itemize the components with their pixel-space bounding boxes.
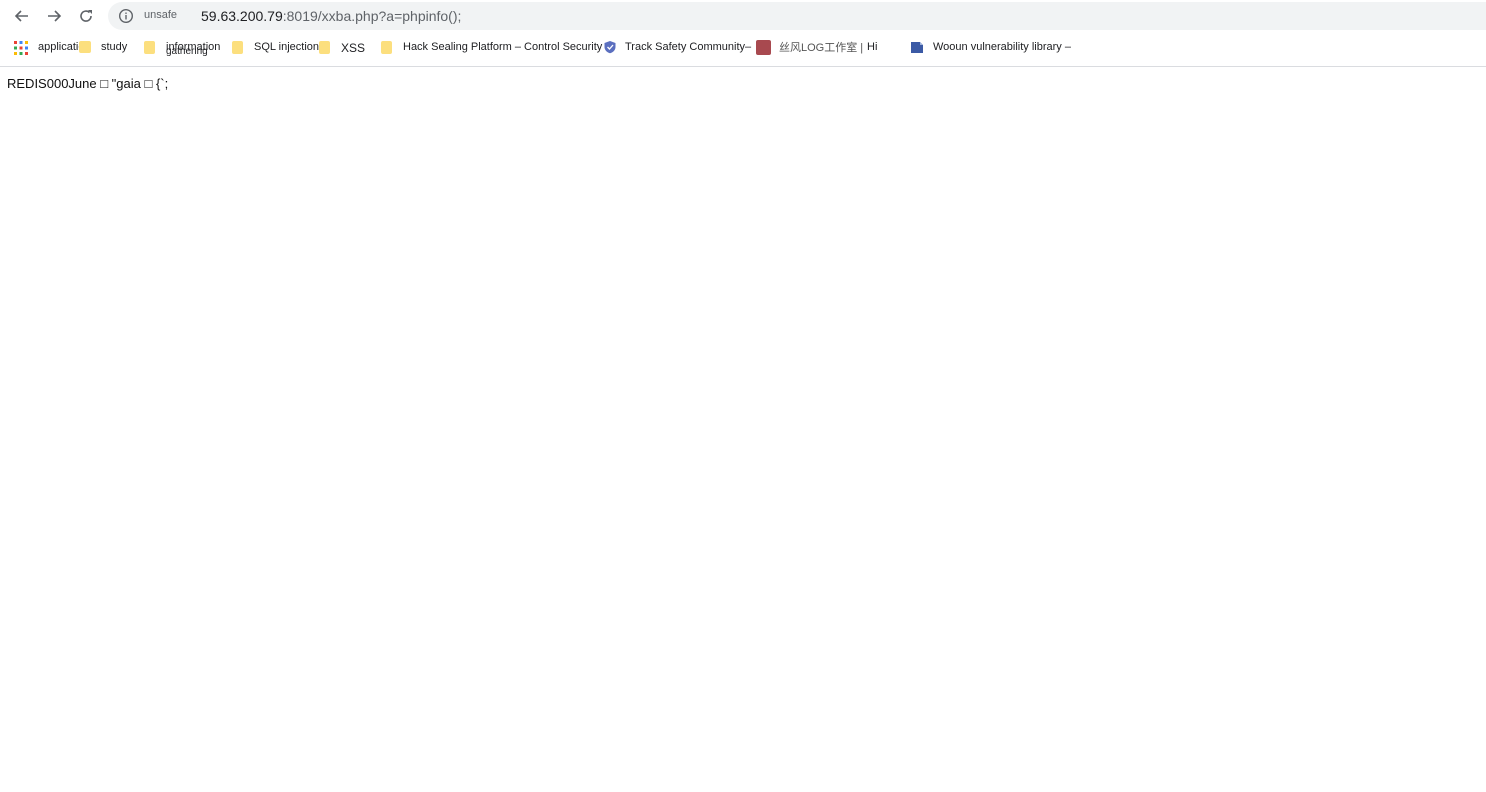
folder-icon [381, 41, 392, 54]
bookmark-wooun-vulnerability-library[interactable]: Wooun vulnerability library – [933, 38, 1071, 56]
forward-button[interactable] [42, 4, 66, 28]
vulnerability-library-icon [911, 42, 923, 53]
url-text[interactable]: 59.63.200.79:8019/xxba.php?a=phpinfo(); [201, 7, 461, 25]
bookmark-label: XSS [341, 41, 366, 55]
bookmark-log-studio[interactable]: 丝风LOG工作室 | [779, 38, 863, 56]
apps-grid-icon[interactable] [14, 41, 28, 55]
bookmark-label: Wooun vulnerability library – [933, 41, 1071, 53]
bookmark-label: Track Safety Community– [625, 41, 752, 53]
bookmark-label: Hack Sealing Platform – Control Security [403, 41, 603, 53]
security-status-chip[interactable]: unsafe [138, 6, 183, 24]
shield-icon [604, 41, 616, 54]
bookmark-label: SQL injection [254, 41, 320, 53]
bookmark-xss[interactable]: XSS [341, 39, 365, 57]
url-path: :8019/xxba.php?a=phpinfo(); [282, 8, 462, 24]
bookmark-label: study [101, 41, 128, 53]
address-bar[interactable]: unsafe 59.63.200.79:8019/xxba.php?a=phpi… [108, 2, 1486, 30]
folder-icon [79, 41, 91, 53]
folder-icon [144, 41, 155, 54]
arrow-right-icon [48, 10, 62, 22]
browser-toolbar: unsafe 59.63.200.79:8019/xxba.php?a=phpi… [0, 0, 1486, 32]
folder-icon [232, 41, 243, 54]
folder-icon [319, 41, 330, 54]
arrow-left-icon [14, 10, 28, 22]
reload-icon [80, 10, 92, 22]
bookmark-hack-sealing-platform[interactable]: Hack Sealing Platform – Control Security [403, 38, 602, 56]
reload-button[interactable] [74, 4, 98, 28]
bookmark-track-safety-community[interactable]: Track Safety Community– [625, 38, 751, 56]
page-raw-output: REDIS000June □ "gaia □ {`; [7, 76, 169, 91]
site-logo-icon [756, 40, 771, 55]
bookmark-label: Hi [867, 41, 878, 53]
bookmark-study[interactable]: study [101, 38, 127, 56]
bookmark-sublabel: gathering [166, 46, 208, 57]
bookmark-label: 丝风LOG工作室 | [779, 42, 864, 54]
url-host: 59.63.200.79 [201, 8, 283, 24]
info-icon[interactable] [118, 8, 134, 24]
bookmark-sql-injection[interactable]: SQL injection [254, 38, 319, 56]
back-button[interactable] [10, 4, 34, 28]
bookmark-hi[interactable]: Hi [867, 38, 877, 56]
